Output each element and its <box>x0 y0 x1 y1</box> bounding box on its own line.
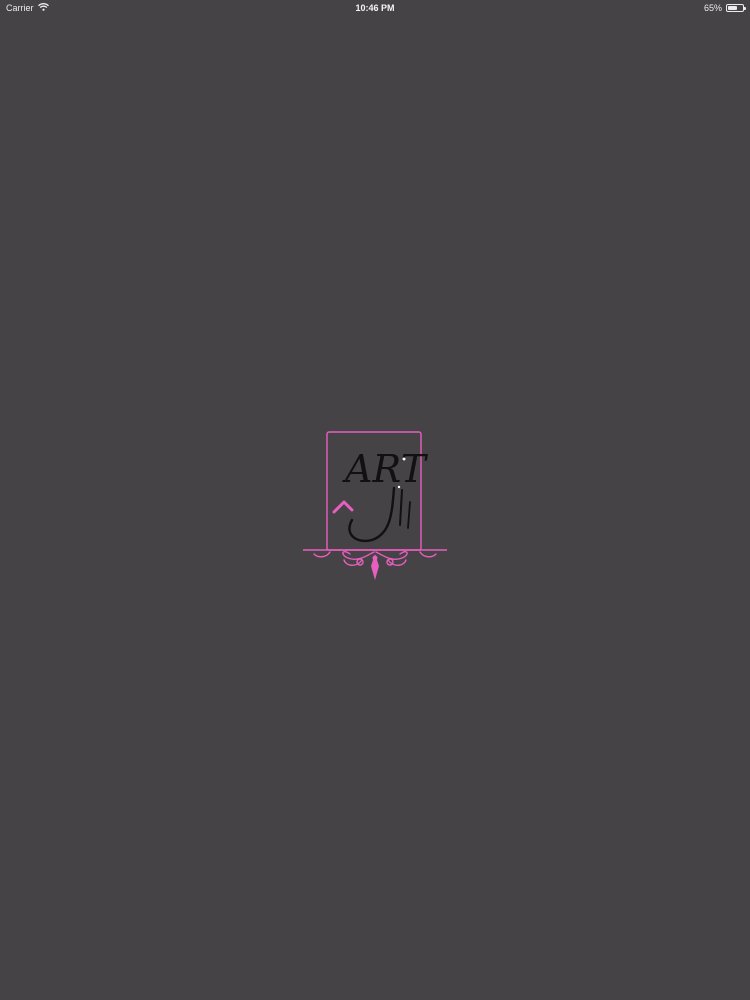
art-calligraphy-logo-icon: ART آرت <box>303 431 447 580</box>
logo-stroke-2 <box>399 489 403 526</box>
logo-sparkle-2 <box>397 485 401 489</box>
logo-text: ART <box>342 447 428 491</box>
status-time: 10:46 PM <box>355 3 395 13</box>
status-bar: Carrier 10:46 PM 65% <box>0 0 750 16</box>
ornament-center <box>372 555 378 561</box>
battery-icon <box>726 4 746 12</box>
battery-fill <box>728 6 737 10</box>
logo-text-ar: آرت <box>362 529 364 531</box>
status-right: 65% <box>703 3 746 13</box>
logo-pink-accent <box>332 500 354 514</box>
logo-stroke-3 <box>407 501 411 529</box>
logo-sparkle <box>402 457 406 461</box>
battery-percent: 65% <box>703 3 722 13</box>
splash-logo: ART آرت <box>300 430 450 590</box>
logo-swoop <box>348 486 396 543</box>
